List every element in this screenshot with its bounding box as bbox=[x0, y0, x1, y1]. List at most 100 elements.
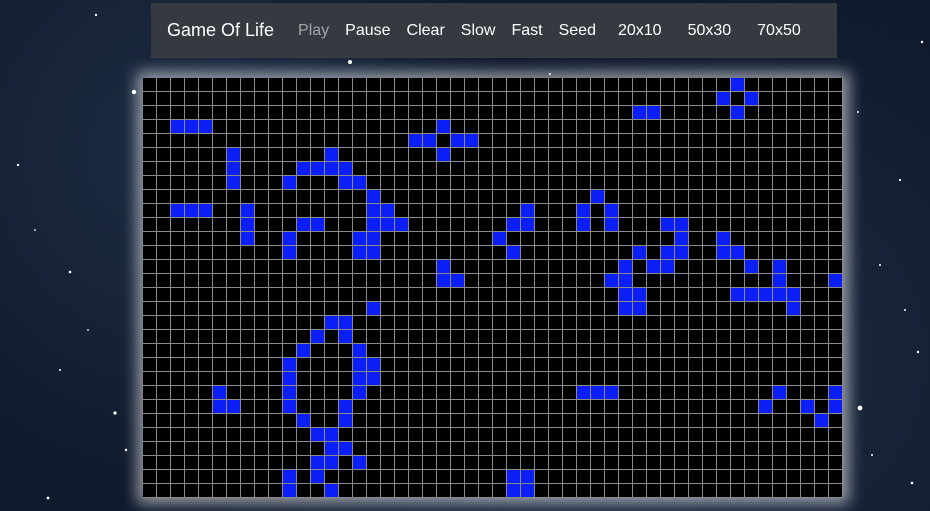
grid-cell[interactable] bbox=[745, 456, 759, 470]
grid-cell[interactable] bbox=[605, 106, 619, 120]
grid-cell[interactable] bbox=[493, 372, 507, 386]
grid-cell-alive[interactable] bbox=[367, 358, 381, 372]
grid-cell[interactable] bbox=[395, 232, 409, 246]
grid-cell[interactable] bbox=[423, 344, 437, 358]
grid-cell[interactable] bbox=[395, 316, 409, 330]
grid-cell-alive[interactable] bbox=[787, 302, 801, 316]
grid-cell[interactable] bbox=[661, 78, 675, 92]
grid-cell[interactable] bbox=[451, 330, 465, 344]
grid-cell[interactable] bbox=[423, 106, 437, 120]
grid-cell[interactable] bbox=[815, 372, 829, 386]
grid-cell[interactable] bbox=[325, 288, 339, 302]
grid-cell[interactable] bbox=[423, 162, 437, 176]
grid-cell[interactable] bbox=[199, 260, 213, 274]
grid-cell[interactable] bbox=[199, 456, 213, 470]
grid-cell-alive[interactable] bbox=[717, 92, 731, 106]
grid-cell[interactable] bbox=[297, 134, 311, 148]
grid-cell[interactable] bbox=[801, 204, 815, 218]
grid-cell[interactable] bbox=[591, 414, 605, 428]
grid-cell-alive[interactable] bbox=[227, 400, 241, 414]
grid-cell[interactable] bbox=[745, 358, 759, 372]
grid-cell-alive[interactable] bbox=[731, 246, 745, 260]
grid-cell-alive[interactable] bbox=[297, 414, 311, 428]
grid-cell[interactable] bbox=[381, 456, 395, 470]
grid-cell[interactable] bbox=[745, 148, 759, 162]
grid-cell[interactable] bbox=[759, 120, 773, 134]
grid-cell[interactable] bbox=[815, 246, 829, 260]
grid-cell[interactable] bbox=[283, 316, 297, 330]
grid-cell-alive[interactable] bbox=[745, 260, 759, 274]
grid-cell[interactable] bbox=[549, 330, 563, 344]
grid-cell[interactable] bbox=[423, 358, 437, 372]
grid-cell[interactable] bbox=[269, 372, 283, 386]
grid-cell[interactable] bbox=[339, 372, 353, 386]
grid-cell[interactable] bbox=[717, 316, 731, 330]
grid-cell[interactable] bbox=[227, 302, 241, 316]
grid-cell[interactable] bbox=[577, 232, 591, 246]
grid-cell[interactable] bbox=[535, 344, 549, 358]
grid-cell[interactable] bbox=[465, 260, 479, 274]
grid-cell[interactable] bbox=[143, 134, 157, 148]
grid-cell[interactable] bbox=[409, 428, 423, 442]
grid-cell[interactable] bbox=[815, 442, 829, 456]
grid-cell[interactable] bbox=[493, 274, 507, 288]
grid-cell[interactable] bbox=[283, 190, 297, 204]
grid-cell[interactable] bbox=[745, 190, 759, 204]
grid-cell[interactable] bbox=[465, 400, 479, 414]
grid-cell[interactable] bbox=[395, 358, 409, 372]
grid-cell[interactable] bbox=[451, 470, 465, 484]
grid-cell[interactable] bbox=[451, 78, 465, 92]
grid-cell[interactable] bbox=[297, 120, 311, 134]
grid-cell[interactable] bbox=[409, 274, 423, 288]
grid-cell[interactable] bbox=[437, 316, 451, 330]
grid-cell[interactable] bbox=[479, 148, 493, 162]
grid-cell[interactable] bbox=[535, 470, 549, 484]
grid-cell[interactable] bbox=[493, 78, 507, 92]
grid-cell[interactable] bbox=[493, 386, 507, 400]
grid-cell[interactable] bbox=[633, 456, 647, 470]
grid-cell[interactable] bbox=[703, 288, 717, 302]
grid-cell[interactable] bbox=[353, 470, 367, 484]
grid-cell[interactable] bbox=[297, 316, 311, 330]
grid-cell[interactable] bbox=[311, 302, 325, 316]
grid-cell[interactable] bbox=[479, 176, 493, 190]
grid-cell[interactable] bbox=[507, 120, 521, 134]
grid-cell[interactable] bbox=[409, 470, 423, 484]
grid-cell-alive[interactable] bbox=[717, 246, 731, 260]
grid-cell[interactable] bbox=[409, 456, 423, 470]
grid-cell[interactable] bbox=[157, 442, 171, 456]
grid-cell[interactable] bbox=[717, 456, 731, 470]
grid-cell[interactable] bbox=[325, 106, 339, 120]
grid-cell[interactable] bbox=[381, 372, 395, 386]
grid-cell[interactable] bbox=[451, 92, 465, 106]
grid-cell[interactable] bbox=[815, 162, 829, 176]
grid-cell[interactable] bbox=[675, 176, 689, 190]
grid-cell[interactable] bbox=[815, 260, 829, 274]
grid-cell-alive[interactable] bbox=[619, 302, 633, 316]
grid-cell[interactable] bbox=[787, 92, 801, 106]
grid-cell[interactable] bbox=[213, 162, 227, 176]
grid-cell[interactable] bbox=[507, 442, 521, 456]
grid-cell[interactable] bbox=[535, 386, 549, 400]
grid-cell[interactable] bbox=[493, 358, 507, 372]
grid-cell[interactable] bbox=[577, 260, 591, 274]
grid-cell[interactable] bbox=[521, 232, 535, 246]
grid-cell[interactable] bbox=[801, 288, 815, 302]
grid-cell[interactable] bbox=[339, 148, 353, 162]
grid-cell[interactable] bbox=[759, 260, 773, 274]
grid-cell[interactable] bbox=[703, 428, 717, 442]
grid-cell[interactable] bbox=[423, 260, 437, 274]
grid-cell[interactable] bbox=[227, 106, 241, 120]
grid-cell[interactable] bbox=[591, 372, 605, 386]
grid-cell-alive[interactable] bbox=[297, 162, 311, 176]
grid-cell[interactable] bbox=[507, 134, 521, 148]
grid-cell[interactable] bbox=[283, 330, 297, 344]
grid-cell[interactable] bbox=[297, 302, 311, 316]
grid-cell[interactable] bbox=[311, 288, 325, 302]
grid-cell[interactable] bbox=[381, 344, 395, 358]
grid-cell[interactable] bbox=[801, 274, 815, 288]
grid-cell[interactable] bbox=[661, 106, 675, 120]
grid-cell[interactable] bbox=[675, 162, 689, 176]
grid-cell[interactable] bbox=[227, 470, 241, 484]
grid-cell[interactable] bbox=[591, 316, 605, 330]
